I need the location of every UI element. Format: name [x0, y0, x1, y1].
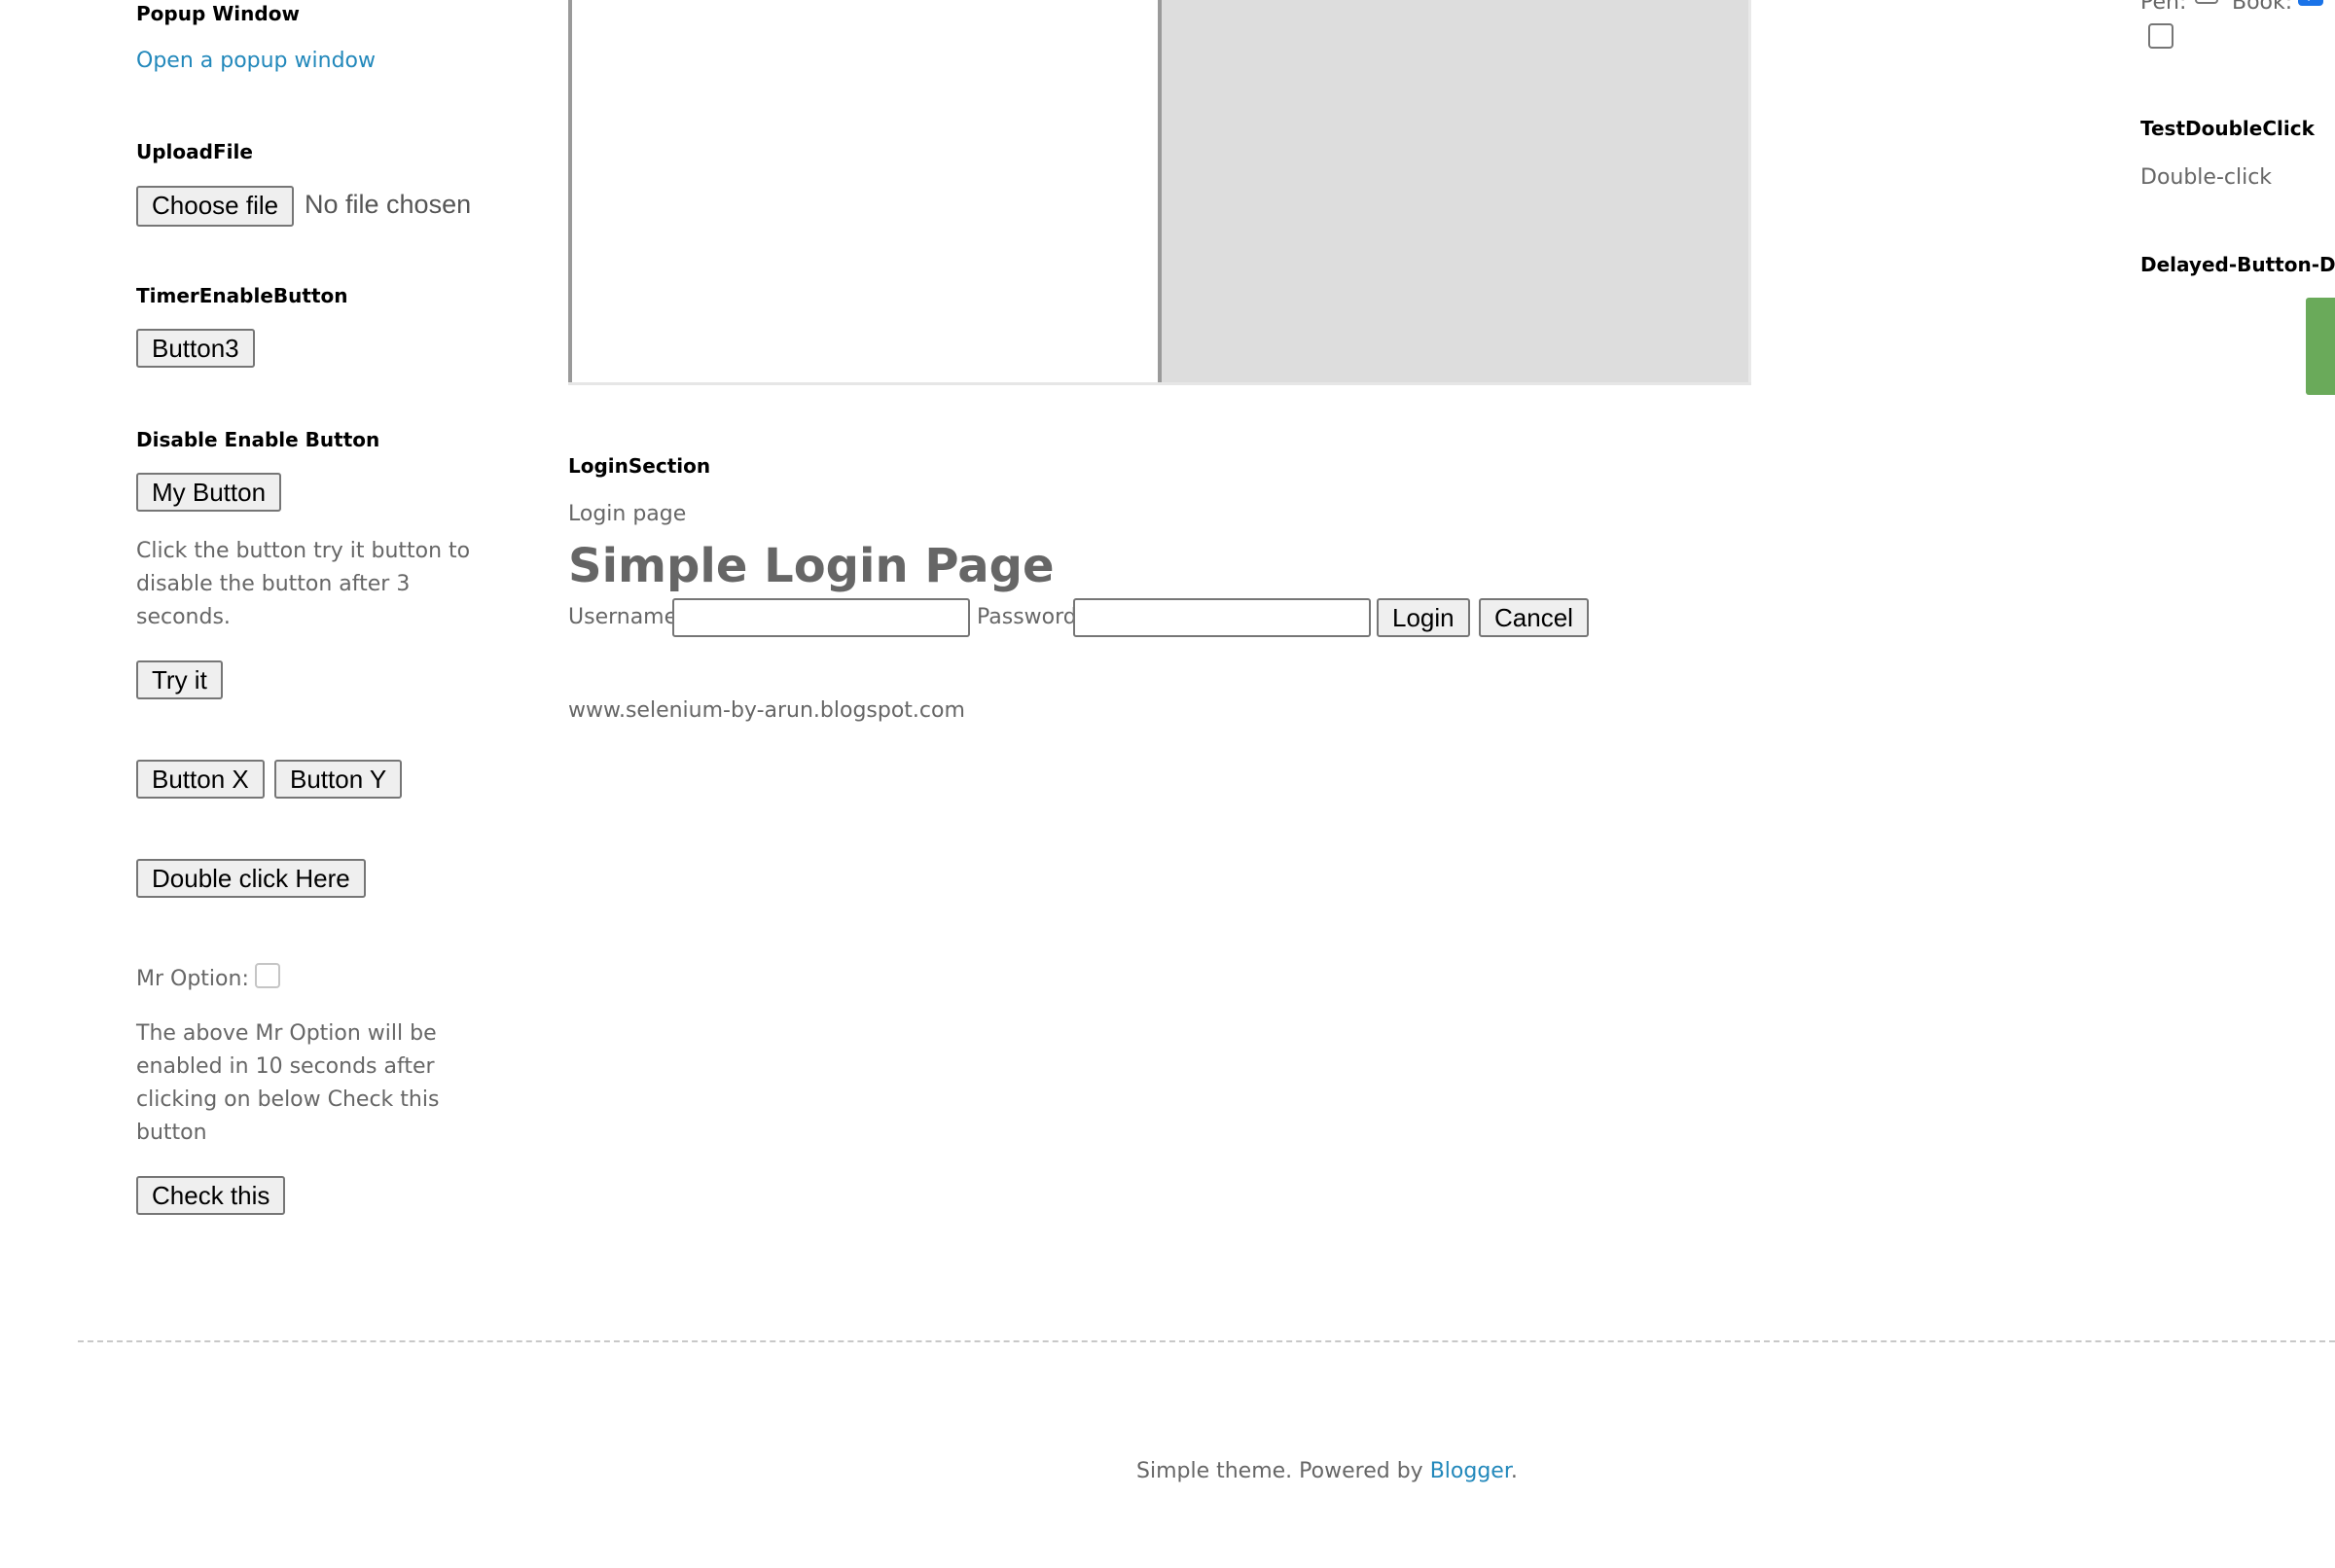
footer-period: .: [1510, 1459, 1518, 1483]
button3[interactable]: Button3: [136, 329, 255, 368]
pen-checkbox[interactable]: [2195, 0, 2218, 4]
try-it-button[interactable]: Try it: [136, 660, 223, 699]
popup-window-title: Popup Window: [136, 2, 300, 25]
upload-file-title: UploadFile: [136, 140, 253, 163]
open-popup-link[interactable]: Open a popup window: [136, 49, 376, 73]
double-click-text[interactable]: Double-click: [2140, 161, 2272, 195]
file-status-text: No file chosen: [305, 190, 472, 219]
delayed-button-title: Delayed-Button-Dro: [2140, 253, 2335, 276]
mr-option-description: The above Mr Option will be enabled in 1…: [136, 1021, 440, 1145]
login-heading: Simple Login Page: [568, 539, 1055, 593]
double-click-here-button[interactable]: Double click Here: [136, 859, 366, 898]
username-label: Username: [568, 605, 678, 629]
my-button[interactable]: My Button: [136, 473, 282, 512]
test-double-click-title: TestDoubleClick: [2140, 117, 2315, 140]
check-this-button[interactable]: Check this: [136, 1176, 286, 1215]
choose-file-button[interactable]: Choose file: [136, 186, 295, 227]
disable-enable-description: Click the button try it button to disabl…: [136, 539, 471, 629]
footer-divider: [78, 1340, 2335, 1342]
frame-right-pane[interactable]: [1162, 0, 1751, 382]
mr-option-checkbox[interactable]: [255, 963, 280, 988]
book-label: Book:: [2232, 0, 2293, 15]
site-url-text: www.selenium-by-arun.blogspot.com: [568, 698, 965, 723]
mr-option-label: Mr Option:: [136, 967, 249, 991]
username-input[interactable]: [672, 598, 970, 637]
footer-attribution: Simple theme. Powered by Blogger.: [1136, 1459, 1518, 1483]
login-section-title: LoginSection: [568, 454, 711, 478]
delayed-green-button[interactable]: [2306, 298, 2335, 395]
cancel-button[interactable]: Cancel: [1479, 598, 1589, 637]
password-label: Password: [977, 605, 1077, 629]
extra-checkbox[interactable]: [2148, 23, 2173, 49]
frame-container: [568, 0, 1751, 385]
password-input[interactable]: [1073, 598, 1371, 637]
blogger-link[interactable]: Blogger: [1430, 1459, 1511, 1483]
timer-enable-title: TimerEnableButton: [136, 284, 348, 307]
footer-text: Simple theme. Powered by: [1136, 1459, 1423, 1483]
disable-enable-title: Disable Enable Button: [136, 428, 380, 451]
frame-left-pane[interactable]: [568, 0, 1162, 382]
login-page-subtitle: Login page: [568, 502, 687, 526]
login-button[interactable]: Login: [1377, 598, 1470, 637]
pen-label: Pen:: [2140, 0, 2187, 15]
button-x[interactable]: Button X: [136, 760, 265, 799]
book-checkbox[interactable]: [2298, 0, 2323, 6]
button-y[interactable]: Button Y: [274, 760, 403, 799]
